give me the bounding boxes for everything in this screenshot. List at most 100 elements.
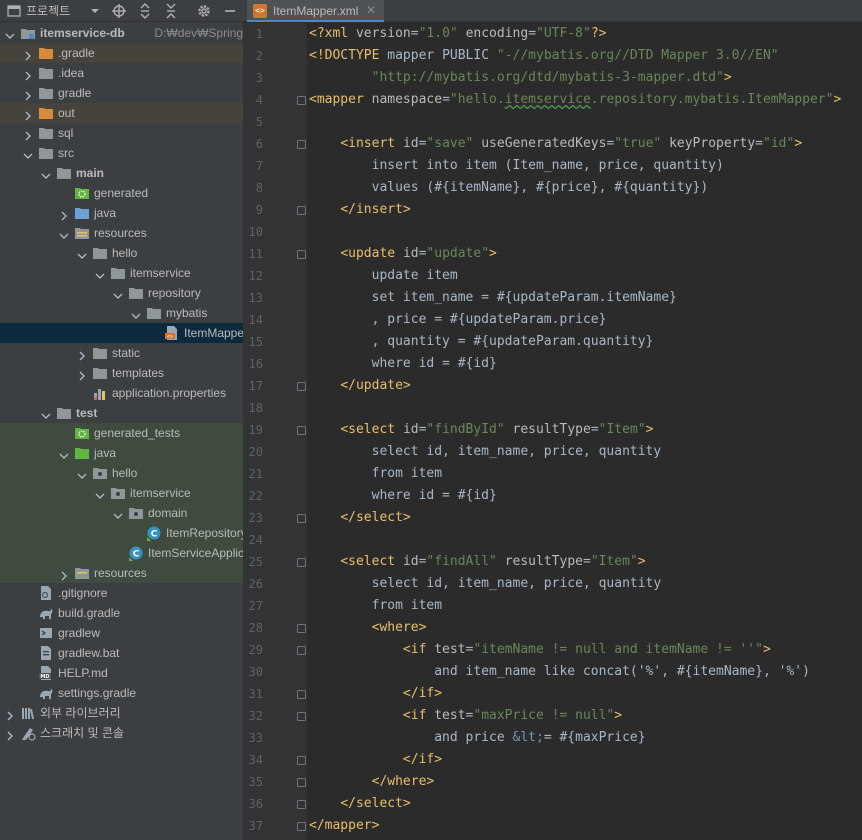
- code-line[interactable]: <insert id="save" useGeneratedKeys="true…: [309, 133, 802, 155]
- fold-marker-icon[interactable]: [297, 558, 306, 567]
- code-line[interactable]: , price = #{updateParam.price}: [309, 309, 607, 331]
- chevron-down-icon[interactable]: [22, 147, 34, 159]
- project-panel-title[interactable]: 프로젝트: [26, 0, 70, 22]
- code-line[interactable]: <select id="findById" resultType="Item">: [309, 419, 653, 441]
- locate-file-icon[interactable]: [111, 3, 127, 19]
- chevron-right-icon[interactable]: [76, 367, 88, 381]
- code-line[interactable]: select id, item_name, price, quantity: [309, 441, 662, 463]
- tree-item[interactable]: .gradle: [0, 43, 243, 63]
- tree-item[interactable]: settings.gradle: [0, 683, 243, 703]
- chevron-down-icon[interactable]: [112, 507, 124, 519]
- tree-item[interactable]: hello: [0, 243, 243, 263]
- code-line[interactable]: </where>: [309, 771, 435, 793]
- chevron-right-icon[interactable]: [22, 87, 34, 101]
- gear-icon[interactable]: [196, 3, 212, 19]
- chevron-down-icon[interactable]: [58, 227, 70, 239]
- tree-item[interactable]: sql: [0, 123, 243, 143]
- tree-item[interactable]: java: [0, 203, 243, 223]
- code-line[interactable]: <if test="itemName != null and itemName …: [309, 639, 771, 661]
- chevron-right-icon[interactable]: [58, 567, 70, 581]
- fold-marker-icon[interactable]: [297, 800, 306, 809]
- chevron-down-icon[interactable]: [58, 447, 70, 459]
- code-line[interactable]: </update>: [309, 375, 410, 397]
- chevron-right-icon[interactable]: [58, 207, 70, 221]
- code-line[interactable]: </if>: [309, 683, 442, 705]
- tree-item[interactable]: templates: [0, 363, 243, 383]
- code-line[interactable]: select id, item_name, price, quantity: [309, 573, 662, 595]
- chevron-down-icon[interactable]: [40, 167, 52, 179]
- code-line[interactable]: insert into item (Item_name, price, quan…: [309, 155, 724, 177]
- chevron-down-icon[interactable]: [94, 267, 106, 279]
- code-line[interactable]: where id = #{id}: [309, 353, 497, 375]
- chevron-down-icon[interactable]: [94, 487, 106, 499]
- code-line[interactable]: </select>: [309, 793, 410, 815]
- code-line[interactable]: and item_name like concat('%', #{itemNam…: [309, 661, 810, 683]
- code-line[interactable]: <!DOCTYPE mapper PUBLIC "-//mybatis.org/…: [309, 45, 779, 67]
- chevron-down-icon[interactable]: [112, 287, 124, 299]
- tree-item[interactable]: C ItemServiceApplicationTests: [0, 543, 243, 563]
- fold-marker-icon[interactable]: [297, 624, 306, 633]
- tree-item[interactable]: gradlew.bat: [0, 643, 243, 663]
- chevron-right-icon[interactable]: [22, 47, 34, 61]
- chevron-right-icon[interactable]: [76, 347, 88, 361]
- tree-item[interactable]: 스크래치 및 콘솔: [0, 723, 243, 743]
- view-mode-dropdown-icon[interactable]: [87, 3, 103, 19]
- tree-item[interactable]: static: [0, 343, 243, 363]
- collapse-all-icon[interactable]: [163, 3, 179, 19]
- code-line[interactable]: where id = #{id}: [309, 485, 497, 507]
- tree-item[interactable]: hello: [0, 463, 243, 483]
- tree-item[interactable]: build.gradle: [0, 603, 243, 623]
- code-line[interactable]: <?xml version="1.0" encoding="UTF-8"?>: [309, 23, 606, 45]
- code-line[interactable]: from item: [309, 595, 442, 617]
- code-line[interactable]: </if>: [309, 749, 442, 771]
- chevron-right-icon[interactable]: [22, 67, 34, 81]
- code-line[interactable]: <select id="findAll" resultType="Item">: [309, 551, 645, 573]
- fold-marker-icon[interactable]: [297, 822, 306, 831]
- close-icon[interactable]: ✕: [366, 0, 376, 21]
- tab-itemmapper-xml[interactable]: <> ItemMapper.xml ✕: [247, 0, 384, 22]
- tree-item[interactable]: 외부 라이브러리: [0, 703, 243, 723]
- chevron-down-icon[interactable]: [4, 27, 16, 39]
- code-area[interactable]: <?xml version="1.0" encoding="UTF-8"?> <!…: [307, 23, 862, 840]
- chevron-right-icon[interactable]: [4, 727, 16, 741]
- tree-item[interactable]: C ItemRepositoryTest: [0, 523, 243, 543]
- fold-marker-icon[interactable]: [297, 690, 306, 699]
- tree-item[interactable]: out: [0, 103, 243, 123]
- project-view-icon[interactable]: [6, 3, 22, 19]
- code-line[interactable]: </insert>: [309, 199, 410, 221]
- code-line[interactable]: "http://mybatis.org/dtd/mybatis-3-mapper…: [309, 67, 732, 89]
- tree-item[interactable]: generated_tests: [0, 423, 243, 443]
- tree-item[interactable]: resources: [0, 563, 243, 583]
- tree-item[interactable]: mybatis: [0, 303, 243, 323]
- tree-item[interactable]: application.properties: [0, 383, 243, 403]
- tree-item[interactable]: test: [0, 403, 243, 423]
- tree-item[interactable]: src: [0, 143, 243, 163]
- code-line[interactable]: from item: [309, 463, 442, 485]
- code-line[interactable]: <mapper namespace="hello.itemservice.rep…: [309, 89, 841, 111]
- chevron-down-icon[interactable]: [40, 407, 52, 419]
- chevron-down-icon[interactable]: [76, 247, 88, 259]
- fold-marker-icon[interactable]: [297, 96, 306, 105]
- tree-item[interactable]: itemservice: [0, 483, 243, 503]
- tree-item[interactable]: main: [0, 163, 243, 183]
- code-line[interactable]: set item_name = #{updateParam.itemName}: [309, 287, 677, 309]
- tree-item[interactable]: resources: [0, 223, 243, 243]
- tree-item[interactable]: itemservice-db D:₩dev₩Spring₩6₩: [0, 23, 243, 43]
- code-line[interactable]: <where>: [309, 617, 427, 639]
- chevron-right-icon[interactable]: [22, 107, 34, 121]
- fold-marker-icon[interactable]: [297, 646, 306, 655]
- fold-marker-icon[interactable]: [297, 778, 306, 787]
- tree-item[interactable]: domain: [0, 503, 243, 523]
- fold-marker-icon[interactable]: [297, 250, 306, 259]
- tree-item[interactable]: .gitignore: [0, 583, 243, 603]
- code-line[interactable]: </mapper>: [309, 815, 379, 837]
- tree-item[interactable]: java: [0, 443, 243, 463]
- fold-marker-icon[interactable]: [297, 514, 306, 523]
- chevron-down-icon[interactable]: [76, 467, 88, 479]
- chevron-down-icon[interactable]: [130, 307, 142, 319]
- fold-marker-icon[interactable]: [297, 426, 306, 435]
- code-line[interactable]: </select>: [309, 507, 410, 529]
- tree-item[interactable]: gradlew: [0, 623, 243, 643]
- fold-marker-icon[interactable]: [297, 712, 306, 721]
- code-line[interactable]: update item: [309, 265, 458, 287]
